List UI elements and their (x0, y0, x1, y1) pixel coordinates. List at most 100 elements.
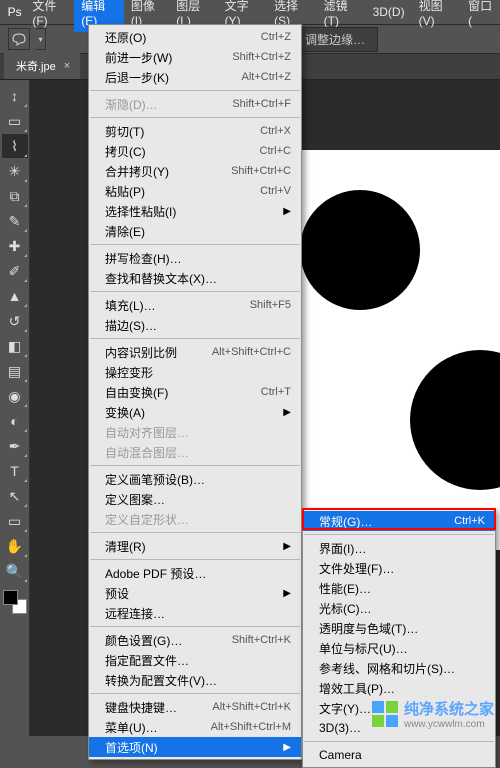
menu-separator (90, 465, 300, 466)
edit-menu-item[interactable]: 选择性粘贴(I)▶ (89, 201, 301, 221)
menu-item-label: 查找和替换文本(X)… (105, 270, 291, 287)
prefs-menu-item[interactable]: 单位与标尺(U)… (303, 638, 495, 658)
edit-menu-item[interactable]: 定义画笔预设(B)… (89, 469, 301, 489)
watermark: 纯净系统之家 www.ycwwlm.com (372, 698, 494, 730)
history-brush-tool[interactable]: ↺ (2, 309, 28, 333)
prefs-menu-item[interactable]: 常规(G)…Ctrl+K (303, 511, 495, 531)
edit-menu-item[interactable]: 首选项(N)▶ (89, 737, 301, 757)
edit-menu-item[interactable]: 粘贴(P)Ctrl+V (89, 181, 301, 201)
move-tool[interactable]: ↕ (2, 84, 28, 108)
edit-menu-item[interactable]: 拷贝(C)Ctrl+C (89, 141, 301, 161)
tool-preset-dropdown-icon[interactable]: ▾ (36, 28, 46, 50)
lasso-tool[interactable]: ⌇ (2, 134, 28, 158)
color-swatch[interactable] (3, 590, 27, 614)
hand-tool[interactable]: ✋ (2, 534, 28, 558)
eyedropper-tool[interactable]: ✎ (2, 209, 28, 233)
edit-menu-item[interactable]: 合并拷贝(Y)Shift+Ctrl+C (89, 161, 301, 181)
edit-menu-item[interactable]: 键盘快捷键…Alt+Shift+Ctrl+K (89, 697, 301, 717)
type-tool[interactable]: T (2, 459, 28, 483)
menu-separator (90, 559, 300, 560)
menu-item-label: 后退一步(K) (105, 69, 241, 86)
edit-menu-item[interactable]: 预设▶ (89, 583, 301, 603)
close-icon[interactable]: × (64, 60, 70, 72)
spot-heal-tool[interactable]: ✚ (2, 234, 28, 258)
prefs-menu-item[interactable]: 增效工具(P)… (303, 678, 495, 698)
blur-tool[interactable]: ◉ (2, 384, 28, 408)
edit-menu-item[interactable]: 指定配置文件… (89, 650, 301, 670)
pen-tool[interactable]: ✒ (2, 434, 28, 458)
menu-item-label: 剪切(T) (105, 123, 260, 140)
tool-preset-icon[interactable] (8, 28, 30, 50)
menubar-item[interactable]: 视图(V) (412, 0, 462, 32)
prefs-menu-item[interactable]: 参考线、网格和切片(S)… (303, 658, 495, 678)
zoom-tool[interactable]: 🔍 (2, 559, 28, 583)
brush-tool[interactable]: ✐ (2, 259, 28, 283)
edit-menu-item[interactable]: 远程连接… (89, 603, 301, 623)
menu-item-label: Adobe PDF 预设… (105, 565, 291, 582)
marquee-tool[interactable]: ▭ (2, 109, 28, 133)
menu-item-label: 描边(S)… (105, 317, 291, 334)
edit-menu-item[interactable]: 描边(S)… (89, 315, 301, 335)
menu-item-label: 界面(I)… (319, 540, 485, 557)
menu-item-label: 自由变换(F) (105, 384, 261, 401)
shape-tool[interactable]: ▭ (2, 509, 28, 533)
edit-menu-item[interactable]: 操控变形 (89, 362, 301, 382)
edit-menu-item[interactable]: 拼写检查(H)… (89, 248, 301, 268)
eraser-tool[interactable]: ◧ (2, 334, 28, 358)
menu-item-label: 前进一步(W) (105, 49, 232, 66)
menu-item-shortcut: Shift+Ctrl+Z (232, 51, 291, 63)
edit-menu-item: 渐隐(D)…Shift+Ctrl+F (89, 94, 301, 114)
menu-item-shortcut: Ctrl+C (260, 145, 291, 157)
edit-menu-item[interactable]: 后退一步(K)Alt+Ctrl+Z (89, 67, 301, 87)
menubar-item[interactable]: 窗口( (461, 0, 500, 32)
edit-menu-item[interactable]: 定义图案… (89, 489, 301, 509)
crop-tool[interactable]: ⧉ (2, 184, 28, 208)
edit-menu-item[interactable]: 菜单(U)…Alt+Shift+Ctrl+M (89, 717, 301, 737)
edit-menu-item[interactable]: 变换(A)▶ (89, 402, 301, 422)
menu-item-label: 指定配置文件… (105, 652, 291, 669)
refine-edge-button[interactable]: 调整边缘… (292, 27, 378, 52)
clone-stamp-tool[interactable]: ▲ (2, 284, 28, 308)
menubar-item[interactable]: 文件(F) (25, 0, 74, 32)
edit-menu-item[interactable]: 内容识别比例Alt+Shift+Ctrl+C (89, 342, 301, 362)
document-tab[interactable]: 米奇.jpe × (4, 53, 80, 79)
gradient-tool[interactable]: ▤ (2, 359, 28, 383)
magic-wand-tool[interactable]: ✳ (2, 159, 28, 183)
prefs-menu-item[interactable]: 光标(C)… (303, 598, 495, 618)
menu-item-label: 自动对齐图层… (105, 424, 291, 441)
app-logo-icon: Ps (4, 0, 25, 24)
menu-separator (90, 532, 300, 533)
menu-item-label: 远程连接… (105, 605, 291, 622)
edit-menu-item[interactable]: 剪切(T)Ctrl+X (89, 121, 301, 141)
prefs-menu-item[interactable]: 透明度与色域(T)… (303, 618, 495, 638)
edit-menu-item[interactable]: Adobe PDF 预设… (89, 563, 301, 583)
menu-item-label: 光标(C)… (319, 600, 485, 617)
edit-menu-item[interactable]: 清理(R)▶ (89, 536, 301, 556)
edit-menu-item[interactable]: 查找和替换文本(X)… (89, 268, 301, 288)
edit-menu-item[interactable]: 填充(L)…Shift+F5 (89, 295, 301, 315)
edit-menu-item: 自动混合图层… (89, 442, 301, 462)
edit-menu-item[interactable]: 自由变换(F)Ctrl+T (89, 382, 301, 402)
dodge-tool[interactable]: ◐ (2, 409, 28, 433)
edit-menu-item[interactable]: 还原(O)Ctrl+Z (89, 27, 301, 47)
menu-item-label: 定义图案… (105, 491, 291, 508)
edit-menu-item[interactable]: 颜色设置(G)…Shift+Ctrl+K (89, 630, 301, 650)
prefs-menu-item[interactable]: Camera (303, 745, 495, 765)
menu-item-label: 首选项(N) (105, 739, 277, 756)
canvas-shape (410, 350, 500, 490)
menu-item-shortcut: Ctrl+V (260, 185, 291, 197)
prefs-menu-item[interactable]: 性能(E)… (303, 578, 495, 598)
edit-menu-item[interactable]: 转换为配置文件(V)… (89, 670, 301, 690)
submenu-arrow-icon: ▶ (283, 206, 291, 217)
path-select-tool[interactable]: ↖ (2, 484, 28, 508)
menu-item-shortcut: Ctrl+Z (261, 31, 291, 43)
menu-item-label: 拷贝(C) (105, 143, 260, 160)
menu-item-label: 定义自定形状… (105, 511, 291, 528)
prefs-menu-item[interactable]: 文件处理(F)… (303, 558, 495, 578)
menubar-item[interactable]: 3D(D) (366, 1, 412, 23)
prefs-menu-item[interactable]: 界面(I)… (303, 538, 495, 558)
edit-menu-item[interactable]: 清除(E) (89, 221, 301, 241)
edit-menu-item: 自动对齐图层… (89, 422, 301, 442)
menu-item-shortcut: Shift+Ctrl+C (231, 165, 291, 177)
edit-menu-item[interactable]: 前进一步(W)Shift+Ctrl+Z (89, 47, 301, 67)
